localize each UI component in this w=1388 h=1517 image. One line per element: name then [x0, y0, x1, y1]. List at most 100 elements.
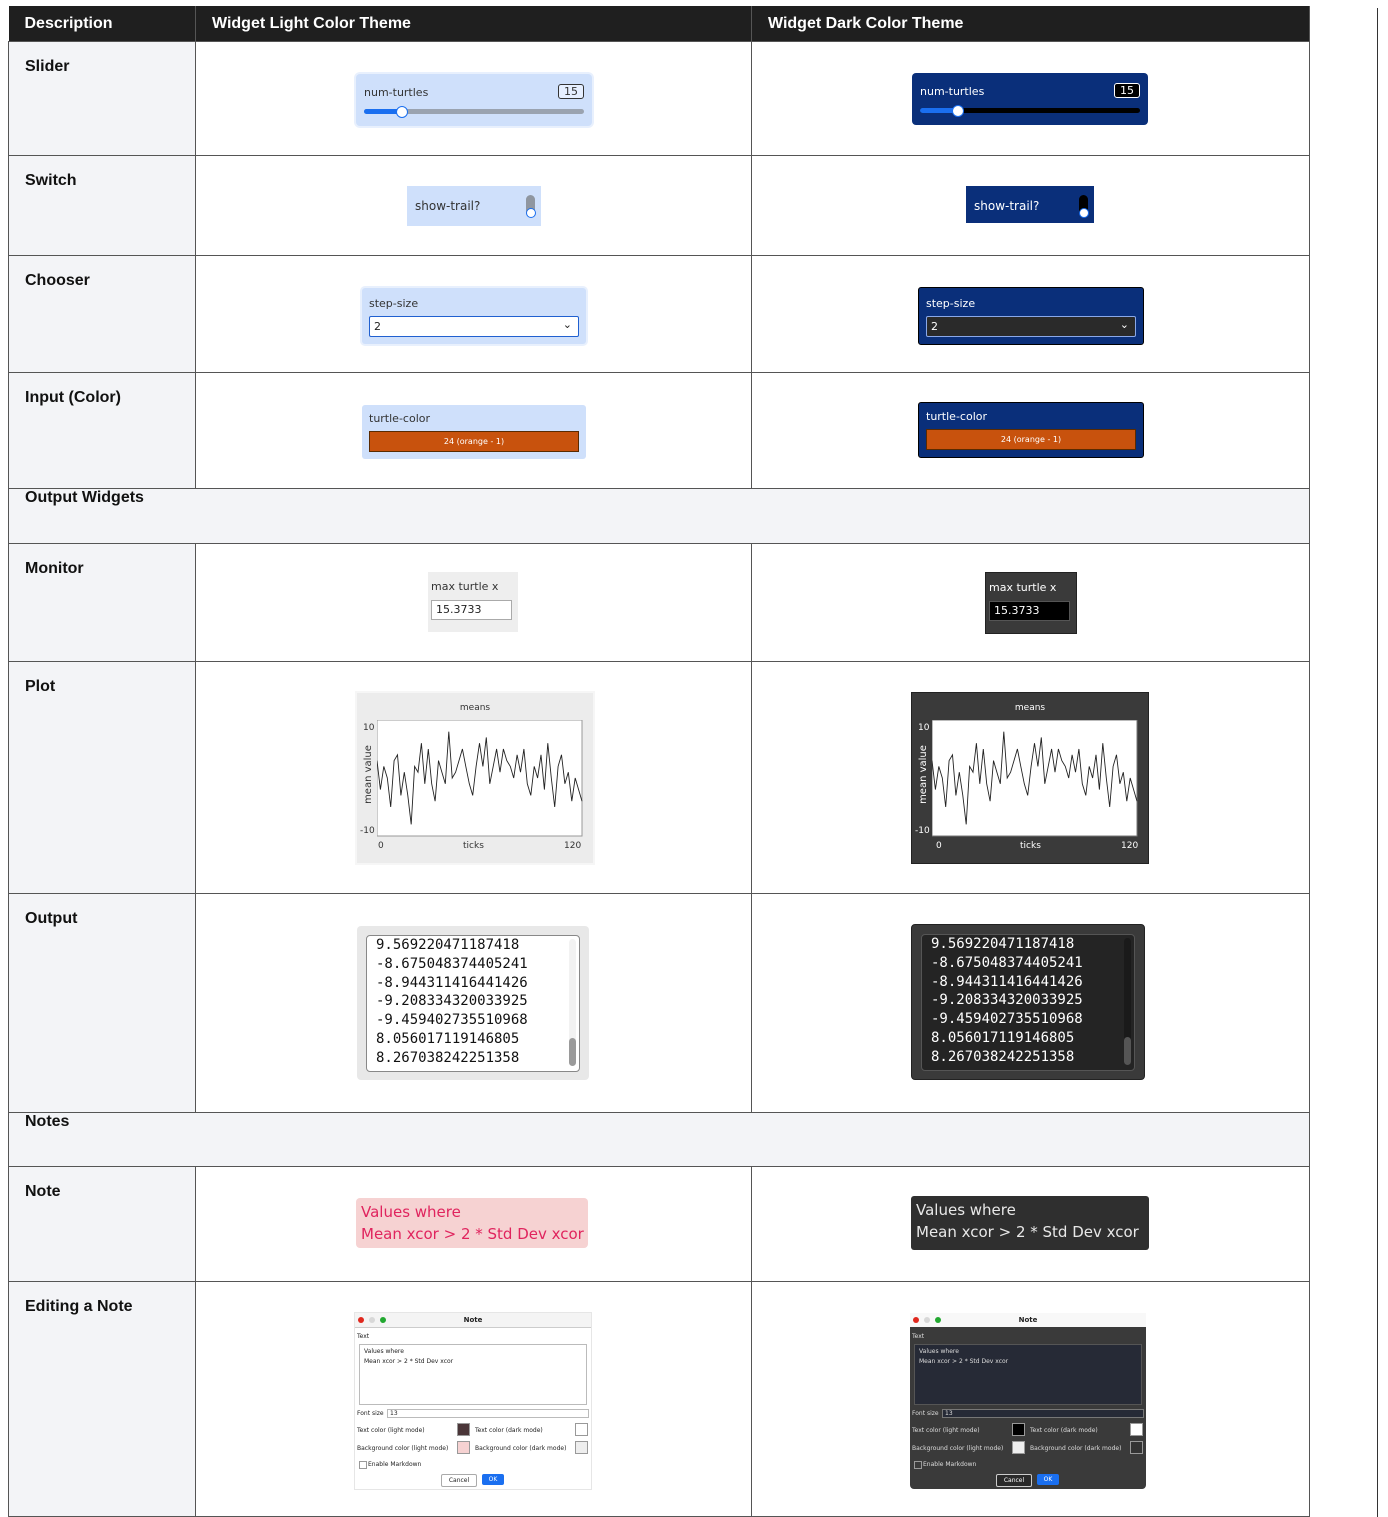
- row-label-plot: Plot: [8, 661, 196, 894]
- cancel-button[interactable]: Cancel: [996, 1474, 1032, 1487]
- bg-color-dark-swatch[interactable]: [575, 1441, 588, 1454]
- output-line: -8.944311416441426: [376, 974, 528, 991]
- chooser-select[interactable]: 2 ⌄: [369, 316, 579, 337]
- output-line: -8.944311416441426: [931, 973, 1083, 990]
- header-description: Description: [8, 6, 196, 42]
- output-text-area[interactable]: 9.569220471187418 -8.675048374405241 -8.94…: [921, 934, 1135, 1071]
- note-line-1: Values where: [916, 1201, 1016, 1219]
- text-field-label: Text: [912, 1333, 925, 1340]
- bg-color-dark-swatch[interactable]: [1130, 1441, 1143, 1454]
- plot-ylabel: mean value: [362, 745, 374, 804]
- switch-widget-dark[interactable]: show-trail?: [966, 186, 1094, 223]
- row-label-slider: Slider: [8, 41, 196, 156]
- section-row-output-widgets: Output Widgets: [8, 488, 1310, 544]
- bg-color-light-label: Background color (light mode): [357, 1445, 449, 1452]
- color-input-widget-light[interactable]: turtle-color 24 (orange - 1): [362, 405, 586, 459]
- row-label-input: Input (Color): [8, 372, 196, 489]
- row-label-edit-note: Editing a Note: [8, 1281, 196, 1517]
- color-input-widget-dark[interactable]: turtle-color 24 (orange - 1): [918, 402, 1144, 458]
- scrollbar-thumb[interactable]: [569, 1038, 576, 1066]
- slider-value[interactable]: 15: [558, 84, 584, 99]
- slider-track[interactable]: [920, 105, 1140, 117]
- output-line: 9.569220471187418: [376, 937, 520, 953]
- output-text-area[interactable]: 9.569220471187418 -8.675048374405241 -8.94…: [366, 935, 580, 1072]
- font-size-value: 13: [390, 1410, 398, 1417]
- plot-ymin: -10: [360, 826, 375, 836]
- slider-widget-light[interactable]: num-turtles 15: [356, 74, 592, 126]
- color-swatch-button[interactable]: 24 (orange - 1): [369, 431, 579, 452]
- output-line: 8.267038242251358: [376, 1049, 520, 1066]
- table-row-switch: Switch show-trail? show-trail?: [8, 155, 1310, 256]
- text-color-dark-swatch[interactable]: [1130, 1423, 1143, 1436]
- output-scrollbar[interactable]: [569, 939, 576, 1066]
- note-line-2: Mean xcor > 2 * Std Dev xcor: [361, 1225, 584, 1243]
- ok-button[interactable]: OK: [482, 1474, 504, 1485]
- plot-xmin: 0: [936, 841, 942, 851]
- plot-ymax: 10: [918, 723, 930, 733]
- output-widget-dark: 9.569220471187418 -8.675048374405241 -8.94…: [911, 924, 1145, 1080]
- note-text-area[interactable]: Values where Mean xcor > 2 * Std Dev xcor: [359, 1344, 587, 1405]
- widget-theme-table: Description Widget Light Color Theme Wid…: [8, 6, 1310, 1517]
- slider-label: num-turtles: [920, 85, 985, 98]
- slider-thumb[interactable]: [952, 105, 965, 117]
- cell-switch-light: show-trail?: [195, 155, 752, 256]
- bg-color-light-swatch[interactable]: [457, 1441, 470, 1454]
- text-color-light-swatch[interactable]: [1012, 1423, 1025, 1436]
- note-widget-dark: Values where Mean xcor > 2 * Std Dev xco…: [911, 1196, 1149, 1250]
- slider-widget-dark[interactable]: num-turtles 15: [912, 73, 1148, 125]
- note-editor-dialog-dark: Note Text Values where Mean xcor > 2 * Std …: [910, 1313, 1146, 1489]
- monitor-value: 15.3733: [989, 601, 1070, 621]
- text-color-dark-swatch[interactable]: [575, 1423, 588, 1436]
- output-line: -9.208334320033925: [931, 992, 1083, 1009]
- chooser-value: 2: [374, 320, 381, 333]
- switch-label: show-trail?: [974, 199, 1040, 213]
- enable-markdown-checkbox[interactable]: [914, 1461, 922, 1469]
- bg-color-light-swatch[interactable]: [1012, 1441, 1025, 1454]
- chooser-select[interactable]: 2 ⌄: [926, 316, 1136, 337]
- chooser-widget-dark[interactable]: step-size 2 ⌄: [918, 287, 1144, 345]
- section-row-notes: Notes: [8, 1112, 1310, 1167]
- slider-track[interactable]: [364, 106, 584, 118]
- text-color-dark-label: Text color (dark mode): [1030, 1427, 1098, 1434]
- switch-toggle[interactable]: [1079, 195, 1089, 218]
- switch-widget-light[interactable]: show-trail?: [407, 186, 541, 226]
- table-row-output: Output 9.569220471187418 -8.6750483744052…: [8, 893, 1310, 1113]
- row-label-monitor: Monitor: [8, 543, 196, 662]
- text-color-dark-label: Text color (dark mode): [475, 1427, 543, 1434]
- row-label-switch: Switch: [8, 155, 196, 256]
- slider-value[interactable]: 15: [1114, 83, 1140, 98]
- note-text-area[interactable]: Values where Mean xcor > 2 * Std Dev xcor: [914, 1344, 1142, 1405]
- cancel-button[interactable]: Cancel: [441, 1474, 477, 1487]
- output-scrollbar[interactable]: [1124, 938, 1131, 1065]
- dialog-title: Note: [463, 1316, 483, 1324]
- enable-markdown-checkbox[interactable]: [359, 1461, 367, 1469]
- font-size-input[interactable]: 13: [387, 1409, 589, 1418]
- output-line: -9.459402735510968: [376, 1012, 528, 1029]
- note-text-line: Mean xcor > 2 * Std Dev xcor: [919, 1358, 1009, 1365]
- scrollbar-thumb[interactable]: [1124, 1037, 1131, 1065]
- note-editor-dialog-light: Note Text Values where Mean xcor > 2 * Std …: [355, 1313, 591, 1489]
- enable-markdown-label: Enable Markdown: [923, 1461, 977, 1468]
- text-color-light-label: Text color (light mode): [357, 1427, 425, 1434]
- plot-ylabel: mean value: [917, 745, 929, 804]
- cell-plot-light: means 10 -10 mean value 0 ticks 120: [195, 661, 752, 894]
- note-widget-light: Values where Mean xcor > 2 * Std Dev xco…: [356, 1198, 588, 1248]
- ok-button[interactable]: OK: [1037, 1474, 1059, 1485]
- bg-color-light-label: Background color (light mode): [912, 1445, 1004, 1452]
- font-size-input[interactable]: 13: [942, 1409, 1144, 1418]
- slider-thumb[interactable]: [396, 106, 409, 118]
- switch-toggle[interactable]: [526, 195, 536, 218]
- color-swatch-button[interactable]: 24 (orange - 1): [926, 429, 1136, 450]
- plot-area: [377, 720, 583, 837]
- plot-xmax: 120: [564, 841, 582, 851]
- table-header-row: Description Widget Light Color Theme Wid…: [8, 6, 1310, 42]
- note-text-line: Values where: [364, 1348, 404, 1355]
- output-line: -9.208334320033925: [376, 993, 528, 1010]
- switch-label: show-trail?: [415, 199, 481, 213]
- cell-note-light: Values where Mean xcor > 2 * Std Dev xco…: [195, 1166, 752, 1282]
- output-line: 8.267038242251358: [931, 1048, 1075, 1065]
- text-color-light-swatch[interactable]: [457, 1423, 470, 1436]
- input-label: turtle-color: [926, 410, 987, 423]
- chooser-widget-light[interactable]: step-size 2 ⌄: [362, 288, 586, 344]
- cell-editor-dark: Note Text Values where Mean xcor > 2 * Std …: [751, 1281, 1310, 1517]
